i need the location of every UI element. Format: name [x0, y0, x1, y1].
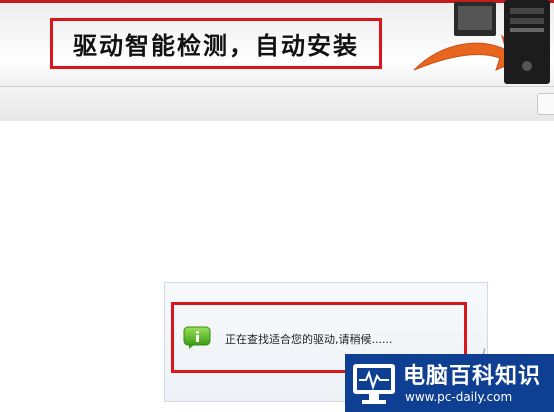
watermark: 电脑百科知识 www.pc-daily.com: [345, 354, 554, 412]
watermark-url: www.pc-daily.com: [405, 390, 513, 404]
toolbar: [0, 86, 554, 122]
banner-headline: 驱动智能检测，自动安装: [50, 18, 382, 69]
watermark-title: 电脑百科知识: [403, 364, 542, 389]
info-icon: [183, 326, 211, 349]
toolbar-edge-button[interactable]: [537, 93, 554, 115]
monitor-pulse-icon: [353, 364, 395, 404]
computer-tower-icon: [413, 0, 550, 84]
status-message: 正在查找适合您的驱动,请稍候......: [225, 333, 393, 346]
header-banner: 驱动智能检测，自动安装: [0, 0, 554, 86]
